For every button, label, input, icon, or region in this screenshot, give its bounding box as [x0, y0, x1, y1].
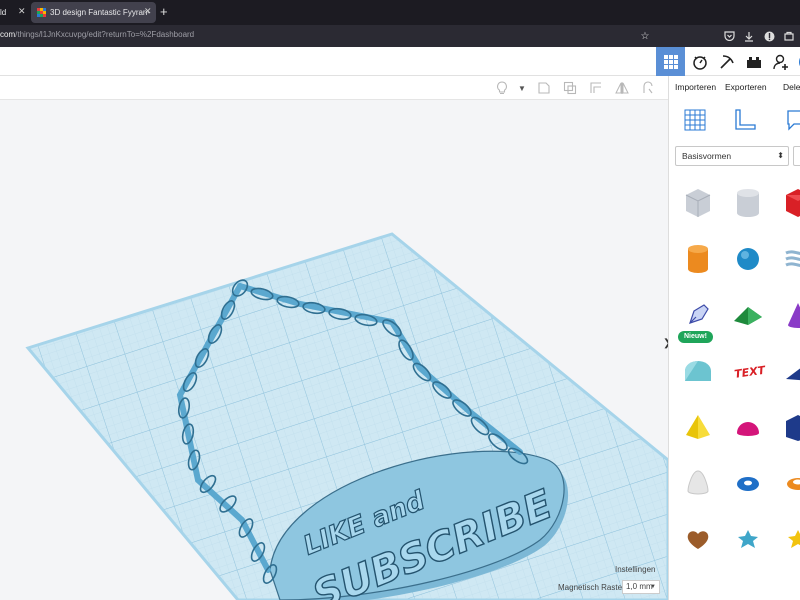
- text-red-shape[interactable]: TEXT: [721, 344, 775, 398]
- snap-grid-label: Magnetisch Raster: [558, 583, 625, 592]
- tube-orange-shape[interactable]: [771, 456, 800, 510]
- address-bar[interactable]: com/things/l1JnKxcuvpg/edit?returnTo=%2F…: [0, 25, 800, 47]
- box-red-shape[interactable]: [771, 176, 800, 230]
- torus-blue-shape[interactable]: [721, 456, 775, 510]
- pickaxe-icon: [719, 54, 734, 69]
- search-icon[interactable]: [793, 146, 800, 166]
- chevron-down-icon[interactable]: ▼: [514, 80, 530, 96]
- account-icon[interactable]: [762, 29, 776, 43]
- close-icon[interactable]: ✕: [144, 6, 152, 17]
- learn-icon: [692, 55, 707, 70]
- pickaxe-button[interactable]: [712, 47, 741, 76]
- app-header: [0, 47, 800, 76]
- pyramid-yellow-shape[interactable]: [671, 400, 725, 454]
- cylinder-gray-shape[interactable]: [721, 176, 775, 230]
- workplane-toolbar: ▼: [0, 76, 668, 100]
- cruise-icon[interactable]: [640, 80, 656, 96]
- settings-button[interactable]: Instellingen: [615, 565, 655, 574]
- shapes-panel: Importeren Exporteren Delen Basisvormen …: [668, 76, 800, 600]
- invite-button[interactable]: [766, 47, 795, 76]
- 3d-viewport[interactable]: LIKE and SUBSCRIBE: [0, 100, 668, 600]
- export-button[interactable]: Exporteren: [725, 82, 767, 92]
- wedge-navy-shape[interactable]: [771, 344, 800, 398]
- grid-icon: [663, 54, 678, 69]
- chevron-updown-icon: ⬍: [777, 151, 784, 160]
- half-sphere-magenta-shape[interactable]: [721, 400, 775, 454]
- star-teal-shape[interactable]: [721, 512, 775, 566]
- tab-title: 3D design Fantastic Fyyran-Wi: [50, 8, 150, 17]
- new-badge: Nieuw!: [678, 331, 713, 343]
- round-roof-teal-shape[interactable]: [671, 344, 725, 398]
- tinkercad-logo-icon: [37, 8, 46, 17]
- workplane-canvas[interactable]: LIKE and SUBSCRIBE: [0, 100, 668, 600]
- download-icon[interactable]: [742, 29, 756, 43]
- lego-button[interactable]: [739, 47, 768, 76]
- workplane-icon[interactable]: [683, 108, 707, 137]
- snap-grid-select[interactable]: 1,0 mm ▼: [622, 580, 660, 594]
- browser-tab-bar: ld ✕ 3D design Fantastic Fyyran-Wi ✕ +: [0, 0, 800, 25]
- shape-library-select[interactable]: Basisvormen ⬍: [675, 146, 789, 166]
- add-user-icon: [772, 54, 788, 70]
- url-text[interactable]: com/things/l1JnKxcuvpg/edit?returnTo=%2F…: [0, 30, 194, 39]
- import-button[interactable]: Importeren: [675, 82, 716, 92]
- grid-view-button[interactable]: [656, 47, 685, 76]
- ungroup-icon[interactable]: [562, 80, 578, 96]
- new-tab-icon[interactable]: +: [160, 4, 168, 19]
- box-gray-shape[interactable]: [671, 176, 725, 230]
- star-yellow-shape[interactable]: [771, 512, 800, 566]
- browser-tab-active[interactable]: 3D design Fantastic Fyyran-Wi ✕: [31, 2, 156, 23]
- mirror-icon[interactable]: [614, 80, 630, 96]
- share-button[interactable]: Delen: [783, 82, 800, 92]
- avatar[interactable]: [793, 47, 800, 76]
- browser-tab-1[interactable]: ld ✕: [0, 2, 28, 23]
- tab-title: ld: [0, 8, 7, 17]
- roof-green-shape[interactable]: [721, 288, 775, 342]
- group-icon[interactable]: [536, 80, 552, 96]
- align-icon[interactable]: [588, 80, 604, 96]
- helix-blue-shape[interactable]: [771, 232, 800, 286]
- heart-brown-shape[interactable]: [671, 512, 725, 566]
- lego-icon: [746, 56, 761, 68]
- svg-text:TEXT: TEXT: [733, 363, 766, 380]
- cone-purple-shape[interactable]: [771, 288, 800, 342]
- view-mode-icons: [669, 108, 800, 136]
- chevron-down-icon: ▼: [650, 584, 656, 590]
- lightbulb-icon[interactable]: [494, 80, 510, 96]
- paraboloid-white-shape[interactable]: [671, 456, 725, 510]
- close-icon[interactable]: ✕: [18, 6, 26, 17]
- pocket-icon[interactable]: [722, 29, 736, 43]
- cylinder-orange-shape[interactable]: [671, 232, 725, 286]
- learn-button[interactable]: [685, 47, 714, 76]
- bookmark-star-icon[interactable]: ☆: [638, 29, 652, 43]
- sphere-blue-shape[interactable]: [721, 232, 775, 286]
- notes-icon[interactable]: [785, 108, 800, 137]
- prism-navy-shape[interactable]: [771, 400, 800, 454]
- extensions-icon[interactable]: [782, 29, 796, 43]
- panel-actions: Importeren Exporteren Delen: [669, 76, 800, 100]
- ruler-icon[interactable]: [733, 108, 757, 137]
